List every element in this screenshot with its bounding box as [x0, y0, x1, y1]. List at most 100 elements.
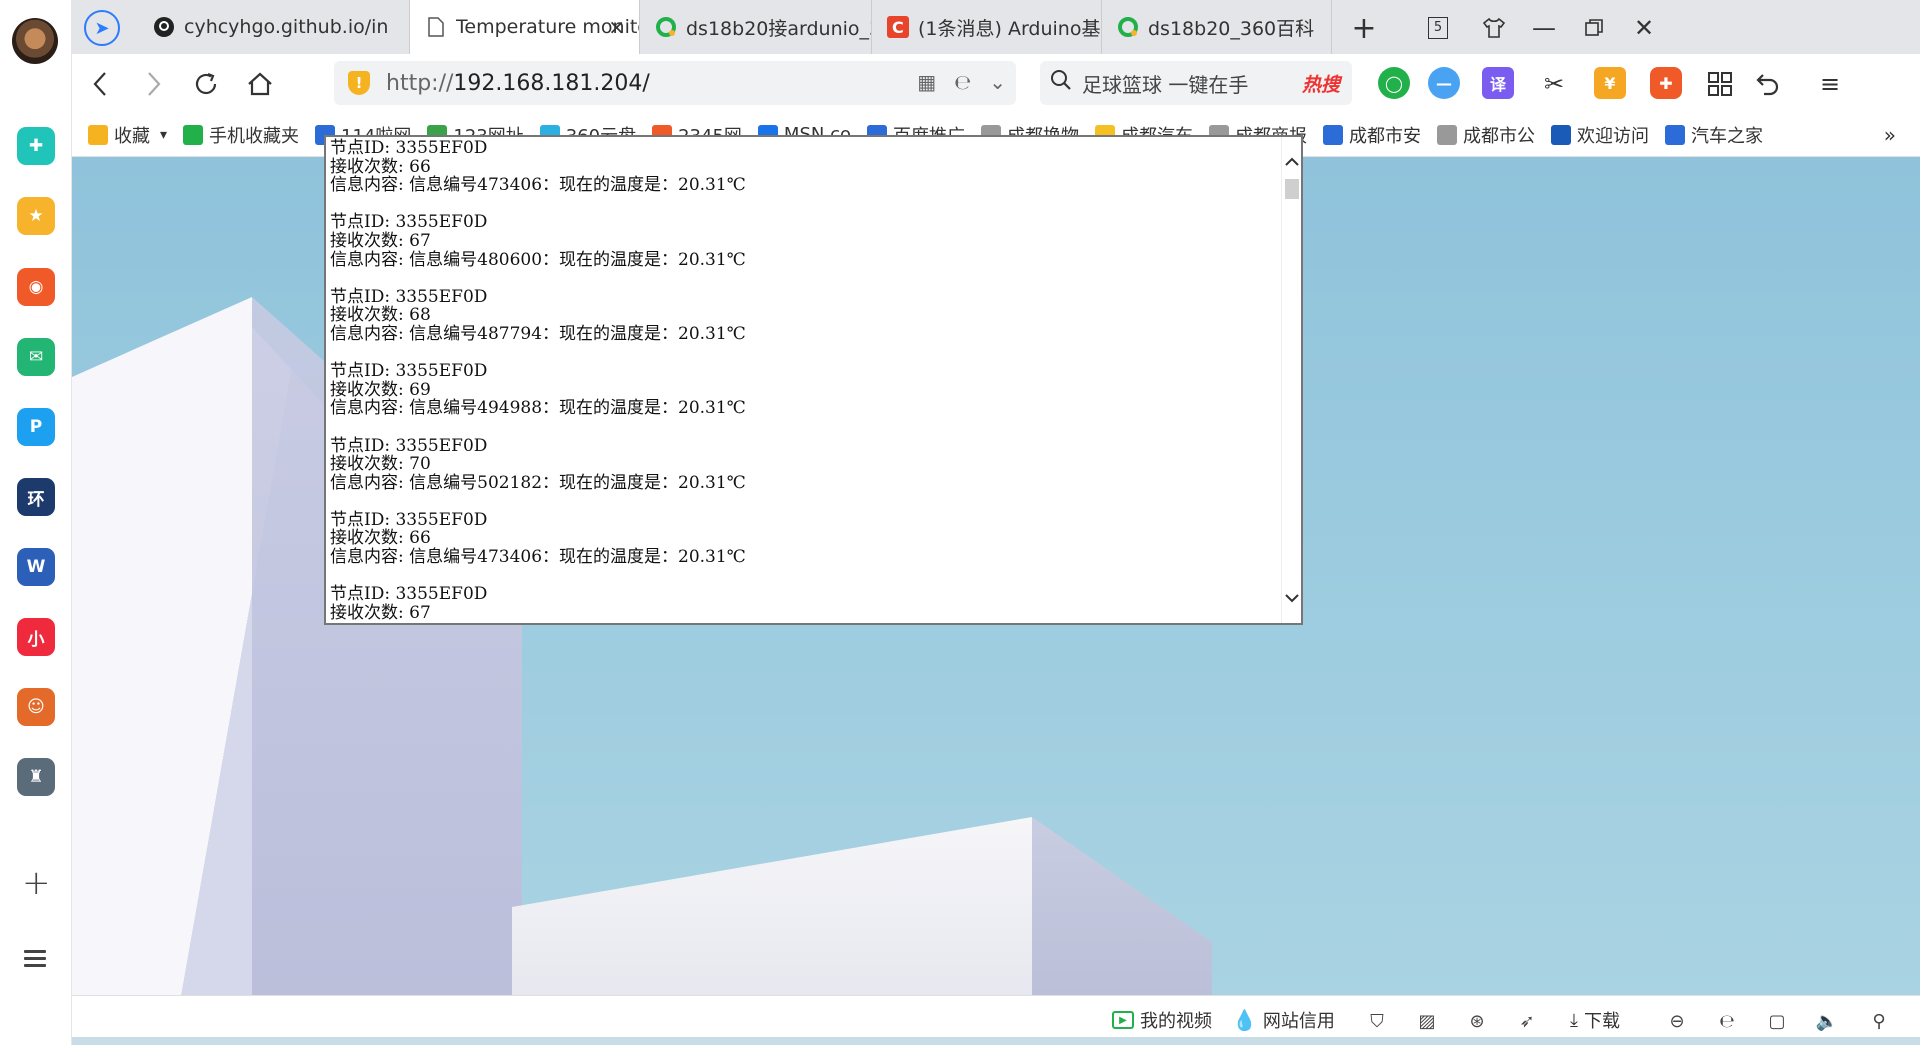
- avatar[interactable]: [12, 18, 58, 64]
- bookmark-item[interactable]: 汽车之家: [1664, 122, 1763, 148]
- taskbar-strip: [0, 1037, 1920, 1045]
- my-video-button[interactable]: ▶ 我的视频: [1112, 1006, 1212, 1034]
- pubg-game-icon[interactable]: ♜: [17, 758, 55, 796]
- bookmark-label: 收藏: [114, 125, 150, 147]
- ie-icon[interactable]: ℮: [1714, 1008, 1740, 1034]
- plus-cross-icon[interactable]: ✚: [17, 127, 55, 165]
- tab-github[interactable]: cyhcyhgo.github.io/in: [138, 0, 410, 54]
- search360-icon: [1116, 15, 1140, 39]
- scissors-icon[interactable]: ✂: [1534, 64, 1574, 104]
- speed-icon[interactable]: ⊛: [1464, 1008, 1490, 1034]
- chevron-down-icon[interactable]: ⌄: [989, 70, 1006, 94]
- translate-ext-icon[interactable]: 译: [1482, 67, 1514, 99]
- xiaohongshu-icon[interactable]: 小: [17, 618, 55, 656]
- temperature-log-textarea[interactable]: 节点ID: 3355EF0D 接收次数: 66 信息内容: 信息编号473406：现…: [324, 135, 1303, 625]
- tab-count-icon[interactable]: 5: [1418, 8, 1458, 48]
- hot-search-link[interactable]: 热搜: [1302, 70, 1340, 97]
- minimize-icon[interactable]: —: [1524, 8, 1564, 48]
- log-info-line: 信息内容: 信息编号473406：现在的温度是：20.31℃: [330, 175, 746, 196]
- bookmark-item[interactable]: 手机收藏夹: [183, 122, 299, 148]
- incognito-icon[interactable]: ⊖: [1664, 1008, 1690, 1034]
- car-home-icon: [1664, 124, 1685, 145]
- scroll-up-icon[interactable]: [1282, 151, 1301, 173]
- download-icon: ⤓: [1570, 1009, 1578, 1031]
- reload-icon[interactable]: [186, 64, 226, 104]
- favorites-star-icon[interactable]: ★: [17, 197, 55, 235]
- shield-icon[interactable]: ⛉: [1364, 1008, 1390, 1034]
- bookmark-label: 汽车之家: [1690, 125, 1763, 147]
- phone-icon: [183, 124, 204, 145]
- wechat-ext-icon[interactable]: ◯: [1378, 67, 1410, 99]
- zoom-search-icon[interactable]: ⚲: [1866, 1008, 1892, 1034]
- weibo-icon[interactable]: ◉: [17, 268, 55, 306]
- scrollbar-thumb[interactable]: [1285, 179, 1299, 199]
- close-tab-icon[interactable]: ×: [608, 15, 625, 39]
- undo-icon[interactable]: [1748, 64, 1788, 104]
- video-icon: ▶: [1112, 1011, 1134, 1029]
- new-tab-icon[interactable]: +: [1344, 8, 1384, 48]
- qr-code-icon[interactable]: ▦: [917, 70, 936, 94]
- global-school-icon[interactable]: 环: [17, 478, 55, 516]
- word-doc-icon[interactable]: W: [17, 548, 55, 586]
- log-node-line: 节点ID: 3355EF0D: [330, 286, 488, 307]
- navigation-arrow-icon[interactable]: ➤: [84, 10, 120, 46]
- security-shield-icon[interactable]: !: [348, 71, 370, 95]
- site-credit-button[interactable]: 💧 网站信用: [1232, 1006, 1335, 1034]
- tab-ds18b20-baike[interactable]: ds18b20_360百科: [1102, 0, 1332, 54]
- ie-icon: [1550, 124, 1571, 145]
- bookmark-item[interactable]: 欢迎访问: [1550, 122, 1649, 148]
- apps-grid-icon[interactable]: [1700, 64, 1740, 104]
- ie-compat-icon[interactable]: ℮: [954, 70, 971, 94]
- water-drop-icon: 💧: [1232, 1008, 1257, 1032]
- page-icon: [424, 15, 448, 39]
- log-node-line: 节点ID: 3355EF0D: [330, 584, 488, 605]
- bookmark-label: 手机收藏夹: [209, 125, 300, 147]
- svg-text:C: C: [892, 18, 904, 37]
- search-icon: [1050, 69, 1072, 97]
- url-text[interactable]: http://192.168.181.204/: [386, 71, 650, 96]
- restore-window-icon[interactable]: [1574, 8, 1614, 48]
- minus-circle-ext-icon[interactable]: —: [1428, 67, 1460, 99]
- coupon-ext-icon[interactable]: ¥: [1594, 67, 1626, 99]
- home-icon[interactable]: [240, 64, 280, 104]
- address-bar[interactable]: ! http://192.168.181.204/ ▦ ℮ ⌄: [334, 61, 1016, 105]
- csdn-icon: C: [886, 15, 910, 39]
- p-app-icon[interactable]: P: [17, 408, 55, 446]
- close-window-icon[interactable]: ✕: [1624, 8, 1664, 48]
- menu-list-icon[interactable]: [24, 950, 46, 971]
- scrollbar[interactable]: [1281, 137, 1301, 623]
- log-node-line: 节点ID: 3355EF0D: [330, 212, 488, 233]
- skin-shirt-icon[interactable]: [1474, 8, 1514, 48]
- forward-icon[interactable]: [134, 64, 174, 104]
- bookmark-item[interactable]: 收藏 ▾: [88, 122, 167, 148]
- log-entry: 节点ID: 3355EF0D 接收次数: 69 信息内容: 信息编号494988：现…: [330, 362, 1280, 418]
- log-entry: 节点ID: 3355EF0D 接收次数: 67 信息内容: 信息编号480600：现…: [330, 213, 1280, 269]
- more-bookmarks-icon[interactable]: »: [1884, 123, 1896, 147]
- log-node-line: 节点ID: 3355EF0D: [330, 509, 488, 530]
- log-entry: 节点ID: 3355EF0D 接收次数: 66 信息内容: 信息编号473406：现…: [330, 139, 1280, 195]
- window-icon[interactable]: ▢: [1764, 1008, 1790, 1034]
- add-app-icon[interactable]: +: [22, 866, 51, 900]
- mail-icon[interactable]: ✉: [17, 338, 55, 376]
- tab-ds18b20-arduino[interactable]: ds18b20接ardunio_36: [640, 0, 872, 54]
- tab-csdn-arduino[interactable]: C (1条消息) Arduino基础: [872, 0, 1102, 54]
- bookmark-label: 欢迎访问: [1576, 125, 1649, 147]
- scroll-down-icon[interactable]: [1282, 587, 1301, 609]
- game-character-icon[interactable]: ☺: [17, 688, 55, 726]
- rocket-icon[interactable]: ➶: [1514, 1008, 1540, 1034]
- game-controller-icon[interactable]: ✚: [1650, 67, 1682, 99]
- back-icon[interactable]: [80, 64, 120, 104]
- bookmark-item[interactable]: 成都市安: [1322, 122, 1421, 148]
- bookmark-item[interactable]: 成都市公: [1436, 122, 1535, 148]
- image-icon[interactable]: ▨: [1414, 1008, 1440, 1034]
- download-button[interactable]: ⤓ 下载: [1570, 1006, 1620, 1034]
- menu-hamburger-icon[interactable]: ≡: [1810, 64, 1850, 104]
- log-info-line: 信息内容: 信息编号494988：现在的温度是：20.31℃: [330, 398, 746, 419]
- chevron-down-icon[interactable]: ▾: [160, 127, 167, 143]
- tab-label: (1条消息) Arduino基础: [918, 17, 1101, 40]
- log-count-line: 接收次数: 67: [330, 602, 431, 623]
- log-entry: 节点ID: 3355EF0D 接收次数: 67: [330, 585, 1280, 622]
- tab-temperature-monitor[interactable]: Temperature monitor ×: [410, 0, 640, 54]
- volume-icon[interactable]: 🔈: [1814, 1008, 1840, 1034]
- search-box[interactable]: 足球篮球 一键在手 热搜: [1040, 61, 1352, 105]
